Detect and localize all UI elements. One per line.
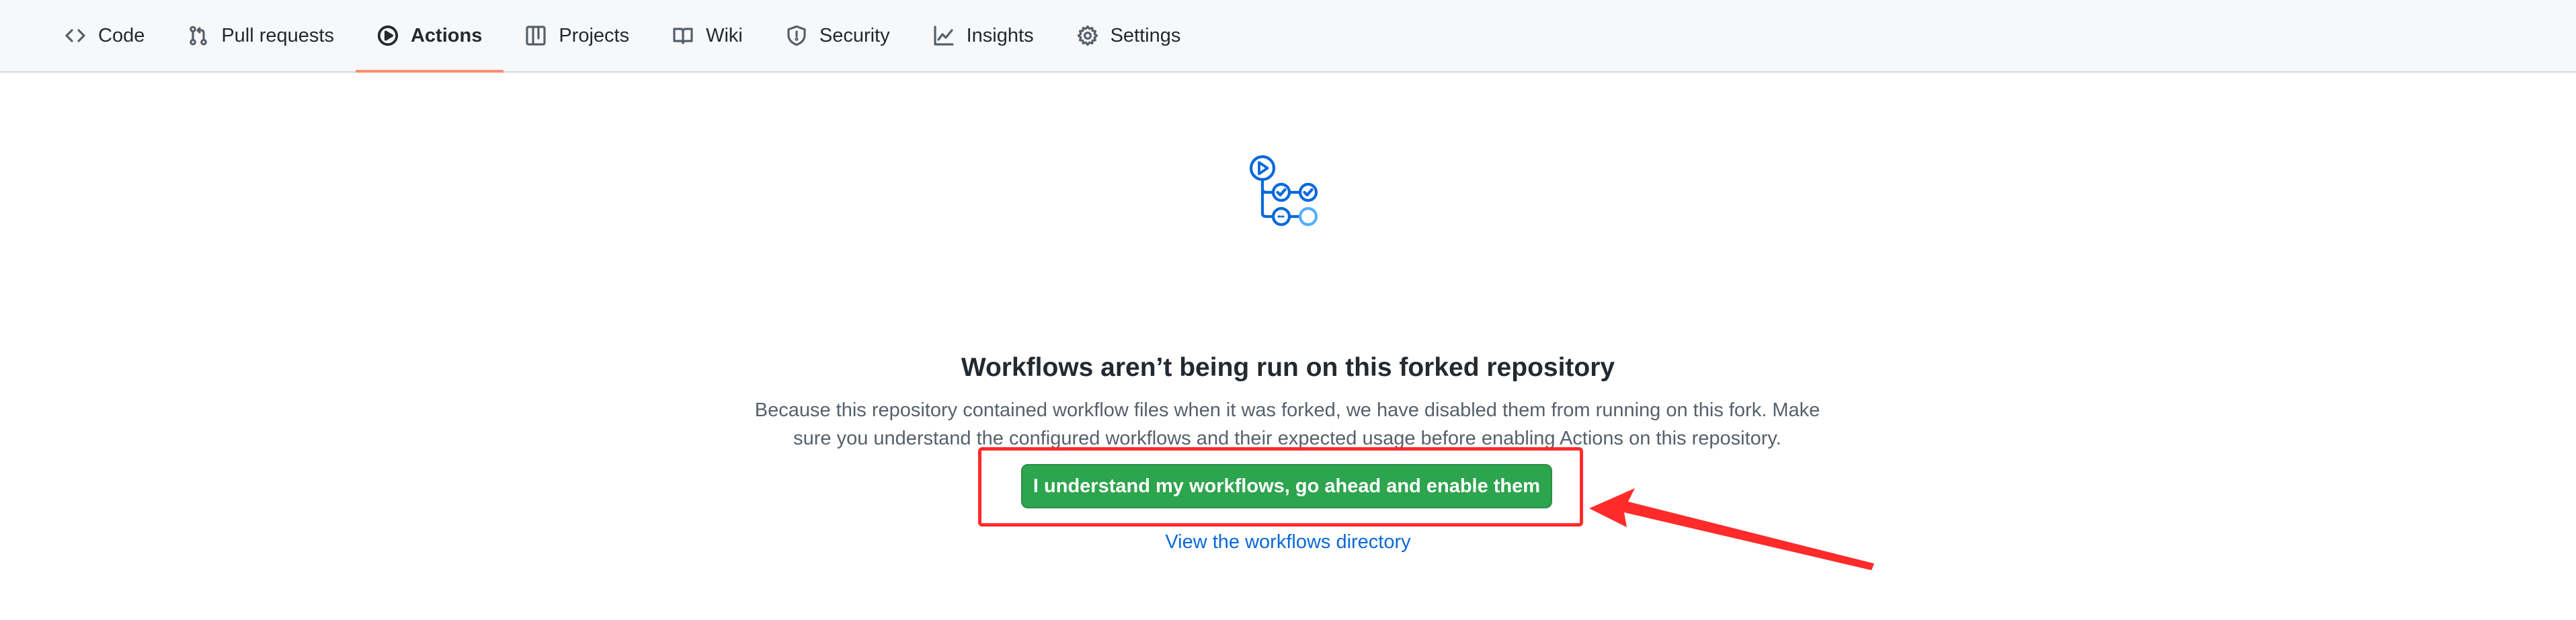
graph-icon bbox=[933, 25, 955, 46]
tab-wiki-label: Wiki bbox=[706, 24, 743, 46]
repo-nav: Code Pull requests Actions Projects Wiki… bbox=[0, 0, 2576, 73]
annotation-highlight-box bbox=[978, 447, 1583, 527]
tab-projects-label: Projects bbox=[559, 24, 630, 46]
tab-code-label: Code bbox=[98, 24, 145, 46]
tab-actions-label: Actions bbox=[410, 24, 483, 46]
tab-security-label: Security bbox=[819, 24, 890, 46]
tab-projects[interactable]: Projects bbox=[504, 0, 651, 71]
table-icon bbox=[525, 25, 547, 46]
gear-icon bbox=[1077, 25, 1098, 46]
tab-settings[interactable]: Settings bbox=[1055, 0, 1203, 71]
tab-insights-label: Insights bbox=[966, 24, 1034, 46]
tab-pull-requests[interactable]: Pull requests bbox=[166, 0, 356, 71]
tab-settings-label: Settings bbox=[1110, 24, 1181, 46]
tab-insights[interactable]: Insights bbox=[912, 0, 1055, 71]
workflow-icon bbox=[1249, 155, 1318, 227]
annotation-arrow bbox=[1589, 488, 1874, 570]
shield-icon bbox=[786, 25, 807, 46]
view-workflows-directory-link-text[interactable]: View the workflows directory bbox=[1165, 531, 1410, 553]
git-pull-request-icon bbox=[188, 25, 209, 46]
play-icon bbox=[377, 25, 399, 46]
tab-actions[interactable]: Actions bbox=[355, 0, 504, 73]
view-workflows-directory-link: View the workflows directory bbox=[0, 531, 2576, 553]
tab-security[interactable]: Security bbox=[764, 0, 912, 71]
book-icon bbox=[672, 25, 694, 46]
blankslate-description: Because this repository contained workfl… bbox=[754, 399, 1820, 449]
tab-pull-requests-label: Pull requests bbox=[221, 24, 334, 46]
blankslate-title: Workflows aren’t being run on this forke… bbox=[961, 353, 1615, 383]
tab-wiki[interactable]: Wiki bbox=[651, 0, 764, 71]
tab-code[interactable]: Code bbox=[43, 0, 166, 71]
code-icon bbox=[65, 25, 86, 46]
repo-nav-tabs: Code Pull requests Actions Projects Wiki… bbox=[43, 0, 1203, 73]
